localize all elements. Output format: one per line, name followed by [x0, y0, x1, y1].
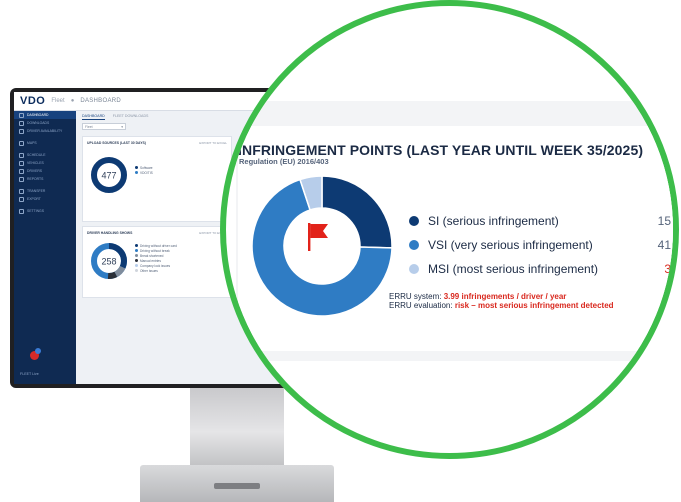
sidebar-item-label: DOWNLOADS: [27, 121, 50, 125]
legend-label: Manual entries: [140, 258, 161, 263]
sidebar-item-downloads[interactable]: DOWNLOADS: [14, 119, 76, 127]
legend-label: Software: [140, 165, 153, 170]
card-title: UPLOAD SOURCES (LAST 30 DAYS): [87, 141, 146, 145]
driver-icon: [19, 168, 24, 174]
sidebar-item-label: DRIVERS: [27, 169, 43, 173]
sidebar-item-settings[interactable]: SETTINGS: [14, 207, 76, 215]
calendar-icon: [19, 152, 24, 158]
legend-swatch: [409, 264, 419, 274]
legend-item-si: SI (serious infringement) 15: [409, 213, 671, 229]
erru-system-line: ERRU system: 3.99 infringements / driver…: [389, 292, 566, 301]
legend-label: Break shortened: [140, 253, 164, 258]
gear-icon: [19, 208, 24, 214]
card-title: DRIVER HANDLING SHOWS: [87, 231, 133, 235]
legend-label: SI (serious infringement): [428, 214, 559, 228]
sidebar-item-label: VEHICLES: [27, 161, 44, 165]
donut-center-value: 477: [101, 171, 116, 181]
truck-icon: [19, 160, 24, 166]
erru-evaluation-line: ERRU evaluation: risk – most serious inf…: [389, 301, 614, 310]
sidebar-item-label: DASHBOARD: [27, 113, 49, 117]
sidebar-item-label: TRANSFER: [27, 189, 46, 193]
sidebar-item-label: SCHEDULE: [27, 153, 46, 157]
sidebar-item-label: EXPORT: [27, 197, 41, 201]
legend-label: Company lock issues: [140, 263, 171, 268]
infringement-donut-chart: [251, 175, 393, 317]
export-excel-link[interactable]: EXPORT TO EXCEL: [199, 141, 227, 145]
sidebar-item-label: SETTINGS: [27, 209, 44, 213]
mini-legend: Software VDO/TIS: [135, 165, 153, 175]
legend-value: 3: [664, 262, 671, 276]
breadcrumb: DASHBOARD: [80, 98, 122, 104]
sidebar-item-label: REPORTS: [27, 177, 44, 181]
tab-dashboard[interactable]: DASHBOARD: [82, 114, 105, 120]
sidebar-item-reports[interactable]: REPORTS: [14, 175, 76, 183]
magnifier-lens: INFRINGEMENT POINTS (LAST YEAR UNTIL WEE…: [220, 0, 679, 459]
legend-label: Driving without break: [140, 248, 170, 253]
clock-icon: [19, 128, 24, 134]
sidebar-item-maps[interactable]: MAPS: [14, 139, 76, 147]
sidebar-item-availability[interactable]: DRIVER AVAILABILITY: [14, 127, 76, 135]
legend-item: VDO/TIS: [135, 170, 153, 175]
sidebar-item-dashboard[interactable]: DASHBOARD: [14, 111, 76, 119]
tab-fleet-downloads[interactable]: FLEET DOWNLOADS: [113, 114, 149, 120]
legend-item-msi: MSI (most serious infringement) 3: [409, 261, 671, 277]
donut-slice-si: [321, 175, 393, 249]
driver-handling-card: DRIVER HANDLING SHOWS EXPORT TO EXCEL 25…: [82, 226, 232, 298]
driver-handling-donut: 258: [91, 243, 127, 279]
legend-swatch: [409, 240, 419, 250]
monitor-base-slot: [214, 483, 260, 489]
legend-label: VDO/TIS: [140, 170, 153, 175]
export-icon: [19, 196, 24, 202]
dashboard-icon: [19, 112, 24, 118]
sidebar-item-vehicles[interactable]: VEHICLES: [14, 159, 76, 167]
upload-sources-donut: 477: [91, 157, 127, 193]
legend-label: VSI (very serious infringement): [428, 238, 593, 252]
transfer-icon: [19, 188, 24, 194]
legend-label: Other issues: [140, 268, 158, 273]
tab-bar: DASHBOARD FLEET DOWNLOADS: [82, 114, 148, 120]
fleet-filter-select[interactable]: Fleet ▾: [82, 123, 126, 130]
legend-item-vsi: VSI (very serious infringement) 41: [409, 237, 671, 253]
sidebar-item-label: MAPS: [27, 141, 37, 145]
mini-legend: Driving without driver card Driving with…: [135, 243, 177, 273]
user-avatar[interactable]: [30, 348, 41, 360]
legend-value: 15: [657, 214, 671, 228]
donut-center-value: 258: [101, 257, 116, 267]
sidebar-item-transfer[interactable]: TRANSFER: [14, 187, 76, 195]
infringement-subtitle: Regulation (EU) 2016/403: [239, 157, 329, 166]
filter-value: Fleet: [85, 124, 93, 129]
magnified-content: INFRINGEMENT POINTS (LAST YEAR UNTIL WEE…: [226, 6, 673, 453]
erru-evaluation-value: risk – most serious infringement detecte…: [454, 301, 614, 310]
app-logo-sub: Fleet: [51, 98, 65, 104]
sidebar-item-export[interactable]: EXPORT: [14, 195, 76, 203]
legend-item: Other issues: [135, 268, 177, 273]
sidebar-item-schedule[interactable]: SCHEDULE: [14, 151, 76, 159]
upload-sources-card: UPLOAD SOURCES (LAST 30 DAYS) EXPORT TO …: [82, 136, 232, 222]
legend-value: 41: [657, 238, 671, 252]
home-icon[interactable]: ●: [71, 98, 75, 104]
map-icon: [19, 140, 24, 146]
sidebar-footer: FLEET Live: [20, 372, 39, 376]
app-logo[interactable]: VDO: [20, 95, 45, 107]
erru-system-label: ERRU system:: [389, 292, 442, 301]
sidebar-item-drivers[interactable]: DRIVERS: [14, 167, 76, 175]
legend-item: Driving without driver card: [135, 243, 177, 248]
sidebar-item-label: DRIVER AVAILABILITY: [27, 129, 63, 133]
download-icon: [19, 120, 24, 126]
sidebar: DASHBOARD DOWNLOADS DRIVER AVAILABILITY …: [14, 111, 76, 384]
legend-label: MSI (most serious infringement): [428, 262, 599, 276]
legend-swatch: [409, 216, 419, 226]
erru-evaluation-label: ERRU evaluation:: [389, 301, 453, 310]
report-icon: [19, 176, 24, 182]
erru-system-value: 3.99 infringements / driver / year: [443, 292, 567, 301]
chevron-down-icon: ▾: [121, 125, 123, 129]
flag-icon: [308, 223, 328, 251]
infringement-title: INFRINGEMENT POINTS (LAST YEAR UNTIL WEE…: [238, 142, 644, 158]
legend-label: Driving without driver card: [140, 243, 177, 248]
